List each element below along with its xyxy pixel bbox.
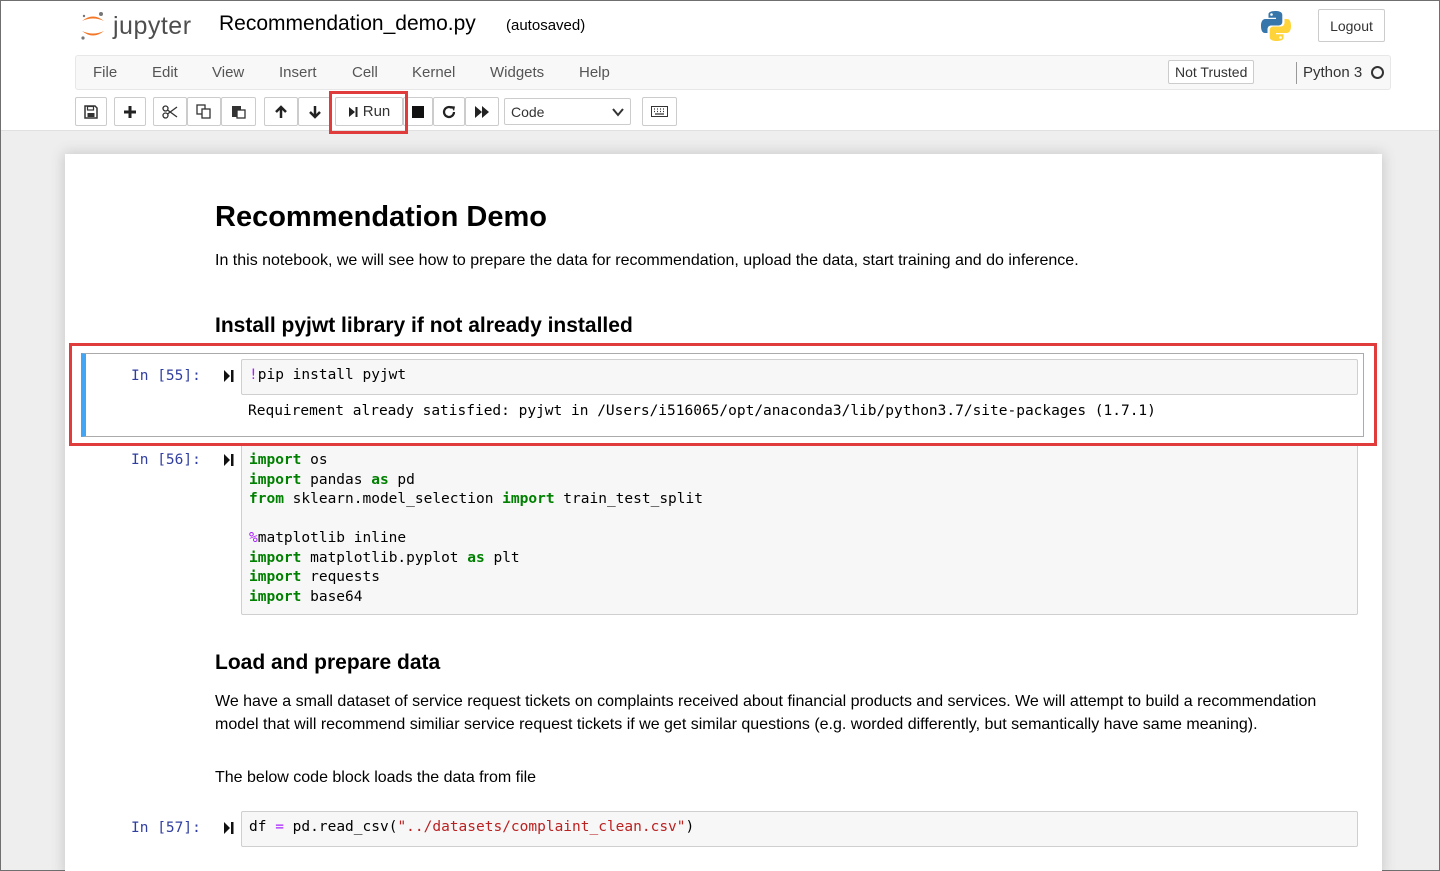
- copy-icon: [196, 104, 211, 119]
- paste-button[interactable]: [221, 97, 256, 126]
- code-line: import os: [249, 452, 328, 468]
- plus-icon: [124, 105, 136, 118]
- stop-icon: [412, 105, 424, 118]
- move-down-button[interactable]: [298, 97, 331, 126]
- copy-button[interactable]: [187, 97, 221, 126]
- autosave-status: (autosaved): [506, 17, 586, 34]
- restart-kernel-button[interactable]: [433, 97, 465, 126]
- cell-type-value: Code: [511, 103, 545, 120]
- menu-cell[interactable]: Cell: [352, 64, 378, 81]
- python-logo-icon: [1261, 11, 1291, 41]
- cut-button[interactable]: [153, 97, 187, 126]
- menu-insert[interactable]: Insert: [279, 64, 317, 81]
- restart-run-all-button[interactable]: [465, 97, 499, 126]
- kernel-idle-indicator-icon: [1371, 66, 1384, 79]
- jupyter-wordmark: jupyter: [113, 11, 192, 40]
- intro-paragraph: In this notebook, we will see how to pre…: [215, 252, 1079, 269]
- arrow-up-icon: [275, 104, 287, 118]
- cell-55-highlight: [69, 343, 1377, 446]
- run-button-highlight: [329, 91, 408, 134]
- dataset-paragraph: We have a small dataset of service reque…: [215, 693, 1317, 733]
- insert-cell-button[interactable]: [114, 97, 146, 126]
- jupyter-logo[interactable]: jupyter: [79, 9, 192, 43]
- code-line: import matplotlib.pyplot as plt: [249, 549, 520, 566]
- code-line: import requests: [249, 569, 380, 585]
- paste-icon: [232, 106, 246, 119]
- cell-type-select[interactable]: Code: [504, 98, 631, 125]
- cell-57-input[interactable]: df = pd.read_csv("../datasets/complaint_…: [241, 811, 1358, 847]
- save-icon: [84, 104, 98, 119]
- cell-57-prompt: In [57]:: [131, 820, 201, 836]
- menu-edit[interactable]: Edit: [152, 64, 178, 81]
- menubar: File Edit View Insert Cell Kernel Widget…: [75, 55, 1391, 90]
- cut-icon: [162, 104, 178, 119]
- section-load-heading: Load and prepare data: [215, 651, 441, 674]
- menu-help[interactable]: Help: [579, 64, 610, 81]
- chevron-down-icon: [612, 108, 624, 117]
- notebook-container: Recommendation Demo In this notebook, we…: [65, 154, 1382, 871]
- arrow-down-icon: [308, 105, 321, 119]
- menu-file[interactable]: File: [93, 64, 117, 81]
- fast-forward-icon: [475, 105, 489, 118]
- keyboard-icon: [651, 106, 668, 117]
- code-line: %matplotlib inline: [249, 530, 407, 546]
- menu-widgets[interactable]: Widgets: [490, 64, 544, 81]
- section-install-heading: Install pyjwt library if not already ins…: [215, 314, 633, 337]
- cell-57-run-icon[interactable]: [224, 821, 234, 835]
- jupyter-logo-icon: [81, 12, 104, 40]
- cell-56-run-icon[interactable]: [224, 453, 234, 467]
- code-line: from sklearn.model_selection import trai…: [249, 491, 703, 507]
- code-line: import base64: [249, 588, 363, 605]
- cell-56-prompt: In [56]:: [131, 452, 201, 468]
- restart-icon: [442, 105, 456, 118]
- menu-kernel[interactable]: Kernel: [412, 64, 455, 81]
- notebook-name[interactable]: Recommendation_demo.py: [219, 12, 476, 36]
- command-palette-button[interactable]: [642, 97, 677, 126]
- menu-view[interactable]: View: [212, 64, 244, 81]
- header: jupyter Recommendation_demo.py (autosave…: [1, 1, 1439, 131]
- logout-button[interactable]: Logout: [1318, 9, 1385, 42]
- trust-status-button[interactable]: Not Trusted: [1168, 60, 1255, 84]
- save-button[interactable]: [75, 97, 107, 126]
- code-line: import pandas as pd: [249, 471, 415, 488]
- kernel-separator: [1296, 62, 1297, 84]
- kernel-name: Python 3: [1303, 64, 1363, 81]
- notebook-title: Recommendation Demo: [215, 201, 547, 233]
- move-up-button[interactable]: [264, 97, 298, 126]
- load-paragraph: The below code block loads the data from…: [215, 769, 537, 786]
- cell-56-input[interactable]: import os import pandas as pd from sklearn…: [241, 444, 1358, 615]
